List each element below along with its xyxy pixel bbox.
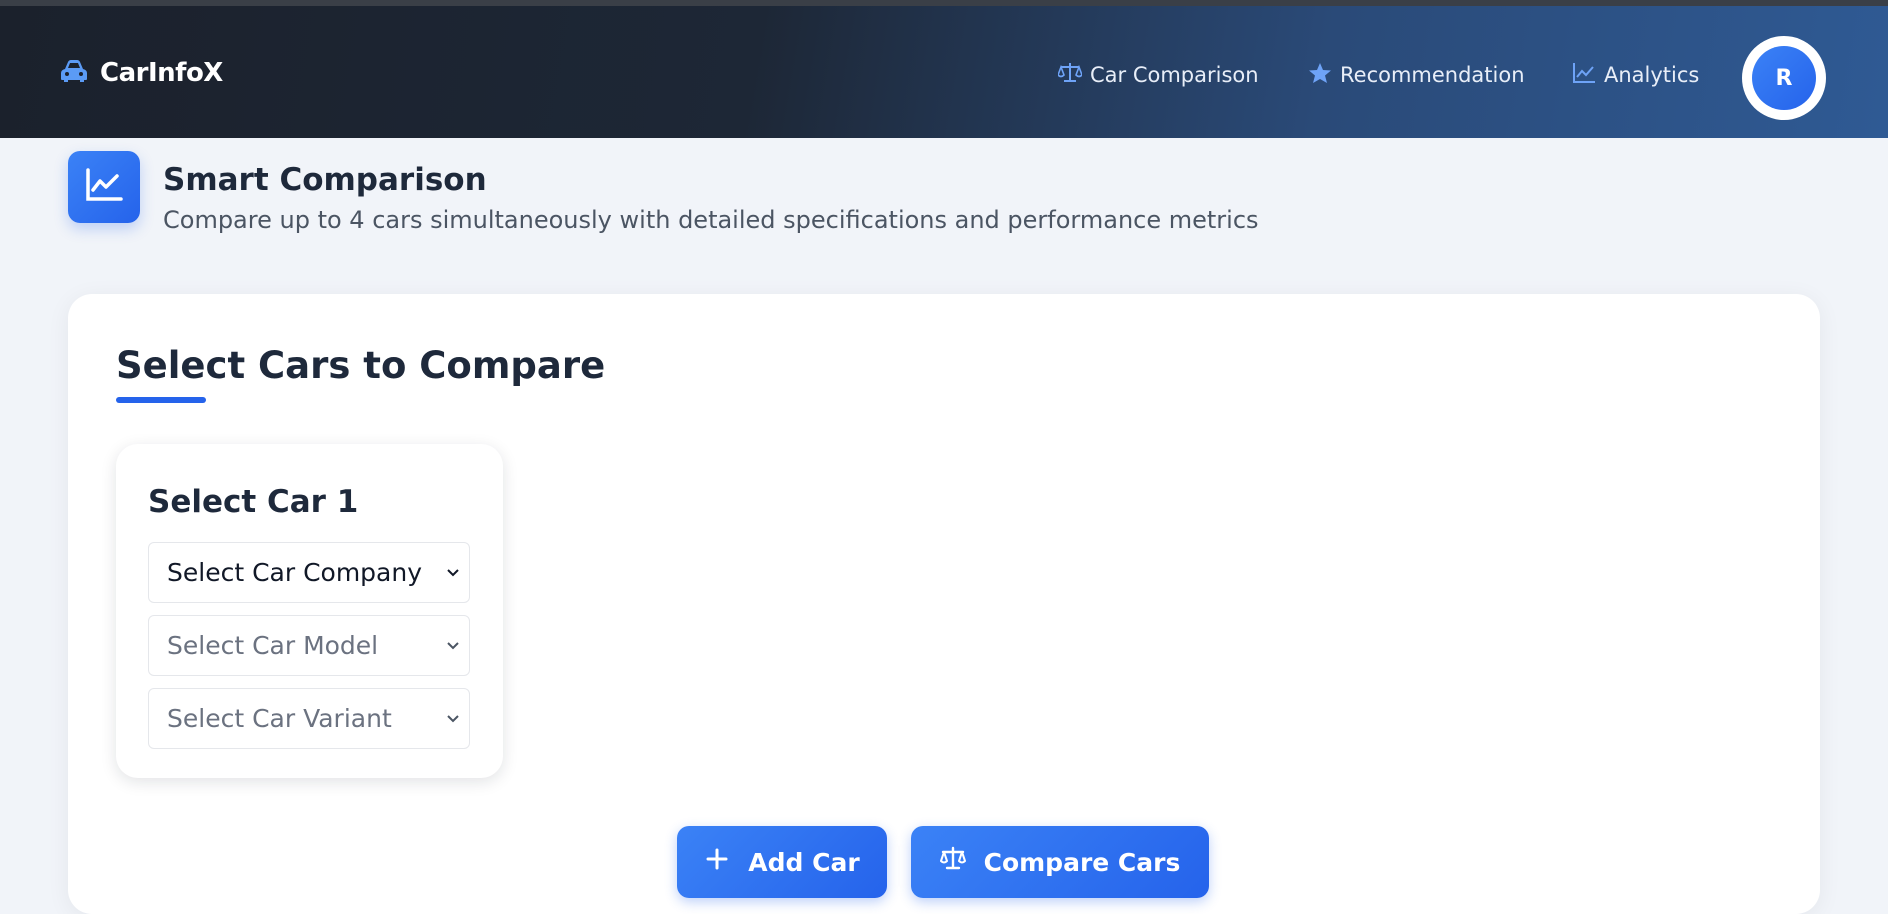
brand[interactable]: CarInfoX xyxy=(60,56,223,90)
navbar: CarInfoX Car Comparison Recommendation A… xyxy=(0,6,1888,138)
car-model-select[interactable]: Select Car Model xyxy=(148,615,470,676)
scale-icon xyxy=(939,846,966,878)
page-header-icon xyxy=(68,151,140,223)
nav-label: Recommendation xyxy=(1340,63,1525,87)
select-value: Select Car Variant xyxy=(167,704,392,733)
car-slot-title: Select Car 1 xyxy=(148,484,359,520)
section-title: Select Cars to Compare xyxy=(116,344,606,387)
select-value: Select Car Model xyxy=(167,631,379,660)
chart-line-icon xyxy=(1572,62,1596,89)
car-select-card: Select Car 1 Select Car Company Select C… xyxy=(116,444,503,778)
add-car-button[interactable]: Add Car xyxy=(677,826,887,898)
title-underline xyxy=(116,397,206,403)
nav-recommendation[interactable]: Recommendation xyxy=(1308,60,1525,90)
avatar-initial: R xyxy=(1752,46,1816,110)
nav-label: Analytics xyxy=(1604,63,1700,87)
scale-icon xyxy=(1057,62,1083,89)
page-subtitle: Compare up to 4 cars simultaneously with… xyxy=(163,206,1259,234)
nav-car-comparison[interactable]: Car Comparison xyxy=(1057,60,1259,90)
plus-icon xyxy=(704,846,730,878)
button-label: Compare Cars xyxy=(983,847,1181,877)
car-variant-select[interactable]: Select Car Variant xyxy=(148,688,470,749)
nav-analytics[interactable]: Analytics xyxy=(1572,60,1699,90)
page-title: Smart Comparison xyxy=(163,162,487,198)
brand-name: CarInfoX xyxy=(100,58,223,88)
user-avatar[interactable]: R xyxy=(1742,36,1826,120)
chart-line-icon xyxy=(85,168,123,206)
button-label: Add Car xyxy=(748,847,860,877)
car-icon xyxy=(60,59,88,87)
star-icon xyxy=(1308,62,1332,89)
compare-cars-button[interactable]: Compare Cars xyxy=(911,826,1209,898)
nav-label: Car Comparison xyxy=(1090,63,1259,87)
select-value: Select Car Company xyxy=(167,558,423,587)
comparison-card: Select Cars to Compare Select Car 1 Sele… xyxy=(68,294,1820,914)
car-company-select[interactable]: Select Car Company xyxy=(148,542,470,603)
